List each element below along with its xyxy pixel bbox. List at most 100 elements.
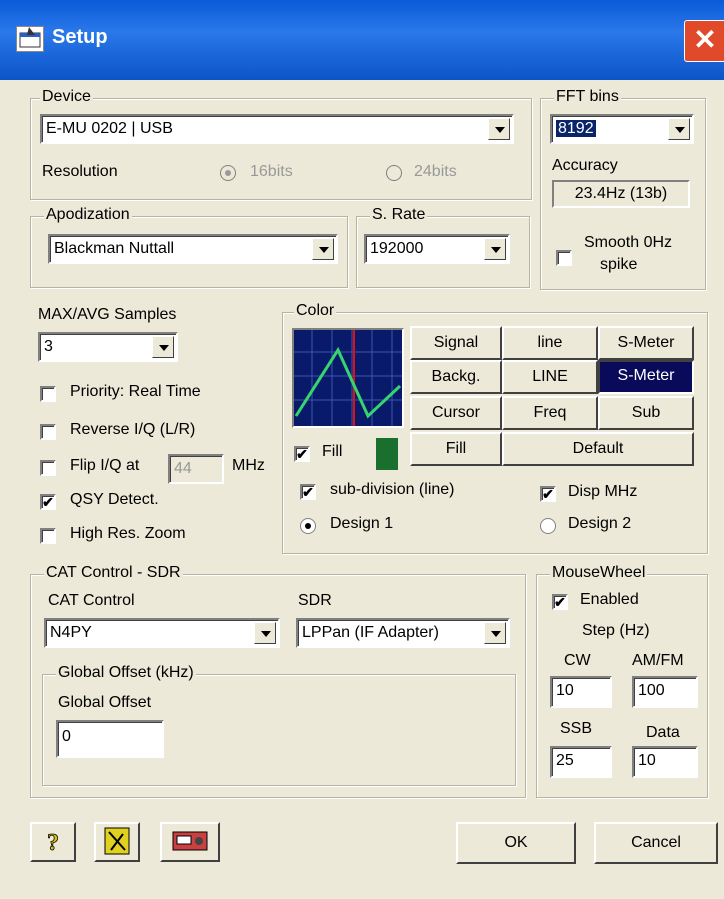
chevron-down-icon[interactable]	[484, 622, 506, 644]
highres-label: High Res. Zoom	[70, 525, 186, 542]
res-24bits-radio[interactable]	[386, 165, 402, 181]
sdr-select[interactable]: LPPan (IF Adapter)	[296, 618, 510, 648]
fill-label: Fill	[322, 443, 343, 460]
cat-control-select[interactable]: N4PY	[44, 618, 280, 648]
color-freq-button[interactable]: Freq	[502, 396, 598, 430]
fill-color-swatch	[376, 438, 398, 470]
fill-checkbox[interactable]: ✔	[294, 446, 310, 462]
qsy-checkbox[interactable]: ✔	[40, 494, 56, 510]
help-button[interactable]: ?	[30, 822, 76, 862]
program-button[interactable]	[94, 822, 140, 862]
accuracy-value: 23.4Hz (13b)	[552, 180, 690, 208]
radio-device-icon	[172, 831, 208, 851]
window-title: Setup	[52, 26, 108, 48]
color-smeter-bg-button[interactable]: S-Meter	[598, 360, 694, 394]
data-input[interactable]: 10	[632, 746, 698, 778]
cat-control-value: N4PY	[50, 624, 92, 641]
disp-mhz-checkbox[interactable]: ✔	[540, 486, 556, 502]
smooth-spike-checkbox[interactable]	[556, 250, 572, 266]
color-LINE-button[interactable]: LINE	[502, 360, 598, 394]
help-icon: ?	[47, 830, 60, 857]
device-select-value: E-MU 0202 | USB	[46, 120, 173, 137]
offset-legend: Global Offset (kHz)	[56, 664, 196, 682]
res-16bits-label: 16bits	[250, 163, 293, 180]
samples-label: MAX/AVG Samples	[38, 306, 177, 323]
design1-radio[interactable]	[300, 518, 316, 534]
device-select[interactable]: E-MU 0202 | USB	[40, 114, 514, 144]
srate-select[interactable]: 192000	[364, 234, 510, 264]
cancel-button[interactable]: Cancel	[594, 822, 718, 864]
color-line-button[interactable]: line	[502, 326, 598, 360]
offset-label: Global Offset	[58, 694, 152, 711]
fft-select-value: 8192	[556, 120, 596, 137]
ssb-input[interactable]: 25	[550, 746, 612, 778]
design2-radio[interactable]	[540, 518, 556, 534]
color-legend: Color	[294, 302, 337, 320]
apodization-select-value: Blackman Nuttall	[54, 240, 175, 257]
title-bar	[0, 0, 724, 80]
smooth-label-line1: Smooth 0Hz	[584, 234, 673, 251]
chevron-down-icon[interactable]	[312, 238, 334, 260]
disp-mhz-label: Disp MHz	[568, 483, 638, 500]
color-preview	[292, 328, 404, 428]
samples-select-value: 3	[44, 338, 53, 355]
resolution-label: Resolution	[42, 163, 118, 180]
res-24bits-label: 24bits	[414, 163, 457, 180]
sdr-label: SDR	[298, 592, 332, 609]
svg-text:?: ?	[47, 830, 59, 856]
samples-select[interactable]: 3	[38, 332, 178, 362]
sdr-select-value: LPPan (IF Adapter)	[302, 624, 439, 641]
mousewheel-enabled-checkbox[interactable]: ✔	[552, 594, 568, 610]
chevron-down-icon[interactable]	[484, 238, 506, 260]
reverse-iq-checkbox[interactable]	[40, 424, 56, 440]
flip-iq-unit: MHz	[232, 457, 265, 474]
accuracy-label: Accuracy	[552, 157, 618, 174]
color-backg-button[interactable]: Backg.	[410, 360, 502, 394]
offset-input[interactable]: 0	[56, 720, 164, 758]
setup-window-icon	[16, 26, 44, 52]
flip-iq-input[interactable]: 44	[168, 454, 224, 484]
data-label: Data	[646, 724, 680, 741]
color-fill-button[interactable]: Fill	[410, 432, 502, 466]
highres-checkbox[interactable]	[40, 528, 56, 544]
chevron-down-icon[interactable]	[668, 118, 690, 140]
priority-label: Priority: Real Time	[70, 383, 201, 400]
radio-button[interactable]	[160, 822, 220, 862]
priority-checkbox[interactable]	[40, 386, 56, 402]
ok-button[interactable]: OK	[456, 822, 576, 864]
subdivision-label: sub-division (line)	[330, 481, 455, 498]
apodization-select[interactable]: Blackman Nuttall	[48, 234, 338, 264]
srate-legend: S. Rate	[370, 206, 428, 224]
color-smeter-button[interactable]: S-Meter	[598, 326, 694, 360]
fft-select[interactable]: 8192	[550, 114, 694, 144]
amfm-input[interactable]: 100	[632, 676, 698, 708]
cw-label: CW	[564, 652, 591, 669]
subdivision-checkbox[interactable]: ✔	[300, 484, 316, 500]
color-default-button[interactable]: Default	[502, 432, 694, 466]
flip-iq-checkbox[interactable]	[40, 460, 56, 476]
mousewheel-legend: MouseWheel	[550, 564, 648, 582]
cw-input[interactable]: 10	[550, 676, 612, 708]
design2-label: Design 2	[568, 515, 632, 532]
step-label: Step (Hz)	[582, 622, 650, 639]
program-logo-icon	[104, 827, 130, 855]
cat-legend: CAT Control - SDR	[44, 564, 183, 582]
reverse-iq-label: Reverse I/Q (L/R)	[70, 421, 196, 438]
chevron-down-icon[interactable]	[152, 336, 174, 358]
chevron-down-icon[interactable]	[488, 118, 510, 140]
amfm-label: AM/FM	[632, 652, 684, 669]
color-sub-button[interactable]: Sub	[598, 396, 694, 430]
res-16bits-radio[interactable]	[220, 165, 236, 181]
color-signal-button[interactable]: Signal	[410, 326, 502, 360]
apodization-legend: Apodization	[44, 206, 132, 224]
srate-select-value: 192000	[370, 240, 424, 257]
smooth-label-line2: spike	[600, 256, 638, 273]
chevron-down-icon[interactable]	[254, 622, 276, 644]
design1-label: Design 1	[330, 515, 394, 532]
flip-iq-label: Flip I/Q at	[70, 457, 140, 474]
close-button[interactable]: ✕	[684, 20, 724, 62]
cat-control-label: CAT Control	[48, 592, 135, 609]
ssb-label: SSB	[560, 720, 593, 737]
device-legend: Device	[40, 88, 93, 106]
color-cursor-button[interactable]: Cursor	[410, 396, 502, 430]
